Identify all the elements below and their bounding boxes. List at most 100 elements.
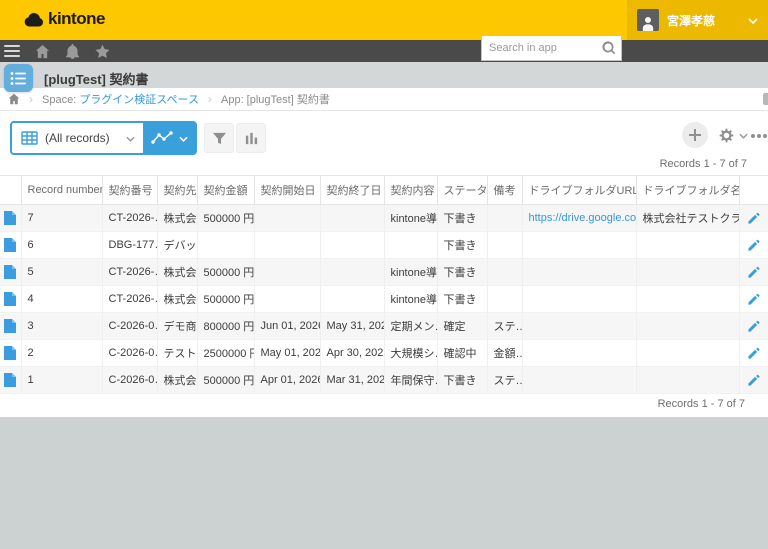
cell-record-number: 4 [21, 286, 102, 313]
col-header-contract-no[interactable]: 契約番号 [102, 176, 157, 205]
cell-end-date [320, 286, 384, 313]
col-header-note[interactable]: 備考 [487, 176, 522, 205]
col-header-folder-name[interactable]: ドライブフォルダ名 [636, 176, 739, 205]
star-icon[interactable] [95, 44, 110, 59]
kintone-logo[interactable]: kintone [24, 9, 105, 29]
edit-pencil-icon[interactable] [747, 212, 760, 225]
kintone-logo-text: kintone [48, 9, 105, 29]
col-header-client[interactable]: 契約先 [157, 176, 197, 205]
cell-folder-name [636, 232, 739, 259]
table-row[interactable]: 7 CT-2026-… 株式会… 500000 円 kintone導… 下書き … [0, 205, 768, 232]
breadcrumb-home-icon[interactable] [8, 93, 20, 105]
record-file-icon[interactable] [4, 211, 16, 225]
filter-button[interactable] [204, 123, 234, 153]
view-dropdown[interactable]: (All records) [12, 123, 143, 153]
user-menu[interactable]: 宮澤孝慈 [627, 0, 768, 40]
app-settings-button[interactable] [718, 126, 748, 144]
top-bar: kintone 宮澤孝慈 [0, 0, 768, 40]
add-record-button[interactable] [682, 122, 708, 148]
cell-amount: 500000 円 [197, 286, 254, 313]
col-header-record-number[interactable]: Record number [21, 176, 102, 205]
table-row[interactable]: 3 C-2026-0… デモ商店 800000 円 Jun 01, 2026 M… [0, 313, 768, 340]
cell-edit [739, 313, 768, 340]
cell-start-date [254, 286, 320, 313]
records-count-bottom: Records 1 - 7 of 7 [658, 398, 745, 410]
hamburger-menu-icon[interactable] [4, 45, 20, 57]
user-name: 宮澤孝慈 [667, 12, 740, 29]
cell-end-date: Mar 31, 2027 [320, 367, 384, 394]
cell-end-date [320, 259, 384, 286]
cell-record-number: 6 [21, 232, 102, 259]
record-file-icon[interactable] [4, 373, 16, 387]
graph-view-button[interactable] [143, 123, 195, 153]
cell-client: デモ商店 [157, 313, 197, 340]
record-list-content: (All records) [0, 111, 768, 417]
breadcrumb-separator: › [29, 92, 33, 106]
funnel-icon [212, 131, 227, 146]
cell-contract-no: DBG-177… [102, 232, 157, 259]
record-file-icon[interactable] [4, 292, 16, 306]
person-icon [640, 15, 656, 31]
cell-record-number: 1 [21, 367, 102, 394]
search-input[interactable] [482, 42, 602, 54]
table-view-icon [21, 131, 38, 145]
cell-record-number: 5 [21, 259, 102, 286]
table-row[interactable]: 4 CT-2026-… 株式会… 500000 円 kintone導… 下書き [0, 286, 768, 313]
edit-pencil-icon[interactable] [747, 347, 760, 360]
cell-end-date: May 31, 2027 [320, 313, 384, 340]
breadcrumb-space-prefix: Space: [42, 94, 79, 106]
cell-folder-name [636, 313, 739, 340]
col-header-status[interactable]: ステータス [437, 176, 487, 205]
cell-start-date [254, 205, 320, 232]
kintone-app-page: kintone 宮澤孝慈 [0, 0, 768, 549]
cell-edit [739, 367, 768, 394]
col-header-icon [0, 176, 21, 205]
record-file-icon[interactable] [4, 238, 16, 252]
edit-pencil-icon[interactable] [747, 266, 760, 279]
table-row[interactable]: 6 DBG-177… デバッ… 下書き [0, 232, 768, 259]
cell-client: 株式会… [157, 367, 197, 394]
cell-note [487, 286, 522, 313]
table-row[interactable]: 1 C-2026-0… 株式会… 500000 円 Apr 01, 2026 M… [0, 367, 768, 394]
cell-client: 株式会… [157, 205, 197, 232]
table-row[interactable]: 2 C-2026-0… テスト… 2500000 円 May 01, 2026 … [0, 340, 768, 367]
cell-folder-url [522, 340, 636, 367]
cell-folder-url [522, 313, 636, 340]
cell-edit [739, 340, 768, 367]
record-file-icon[interactable] [4, 319, 16, 333]
kintone-logo-icon [24, 11, 44, 28]
cell-start-date: Apr 01, 2026 [254, 367, 320, 394]
col-header-start-date[interactable]: 契約開始日 [254, 176, 320, 205]
gear-icon [718, 127, 735, 144]
chart-button[interactable] [236, 123, 266, 153]
cell-note: ステ… [487, 313, 522, 340]
record-cell-icon [0, 205, 21, 232]
cell-folder-name [636, 340, 739, 367]
cell-edit [739, 232, 768, 259]
table-row[interactable]: 5 CT-2026-… 株式会… 500000 円 kintone導… 下書き [0, 259, 768, 286]
breadcrumb-app-item: App: [plugTest] 契約書 [221, 91, 330, 107]
edit-pencil-icon[interactable] [747, 374, 760, 387]
edit-pencil-icon[interactable] [747, 320, 760, 333]
col-header-folder-url[interactable]: ドライブフォルダURL [522, 176, 636, 205]
record-file-icon[interactable] [4, 265, 16, 279]
col-header-end-date[interactable]: 契約終了日 [320, 176, 384, 205]
edit-pencil-icon[interactable] [747, 293, 760, 306]
cell-note [487, 259, 522, 286]
cell-edit [739, 205, 768, 232]
home-icon[interactable] [35, 44, 50, 59]
bell-icon[interactable] [65, 44, 80, 59]
more-options-icon[interactable] [751, 134, 755, 138]
col-header-amount[interactable]: 契約金額 [197, 176, 254, 205]
breadcrumb-space-link[interactable]: プラグイン検証スペース [79, 94, 199, 106]
table-header-row: Record number 契約番号 契約先 契約金額 契約開始日 契約終了日 … [0, 176, 768, 205]
edit-pencil-icon[interactable] [747, 239, 760, 252]
app-icon[interactable] [4, 64, 33, 92]
search-icon[interactable] [602, 41, 616, 55]
cell-note [487, 232, 522, 259]
record-file-icon[interactable] [4, 346, 16, 360]
cell-content: 大規模シ… [384, 340, 437, 367]
folder-url-link[interactable]: https://drive.google.com/… [529, 212, 637, 224]
view-name: (All records) [45, 131, 119, 145]
col-header-content[interactable]: 契約内容 [384, 176, 437, 205]
